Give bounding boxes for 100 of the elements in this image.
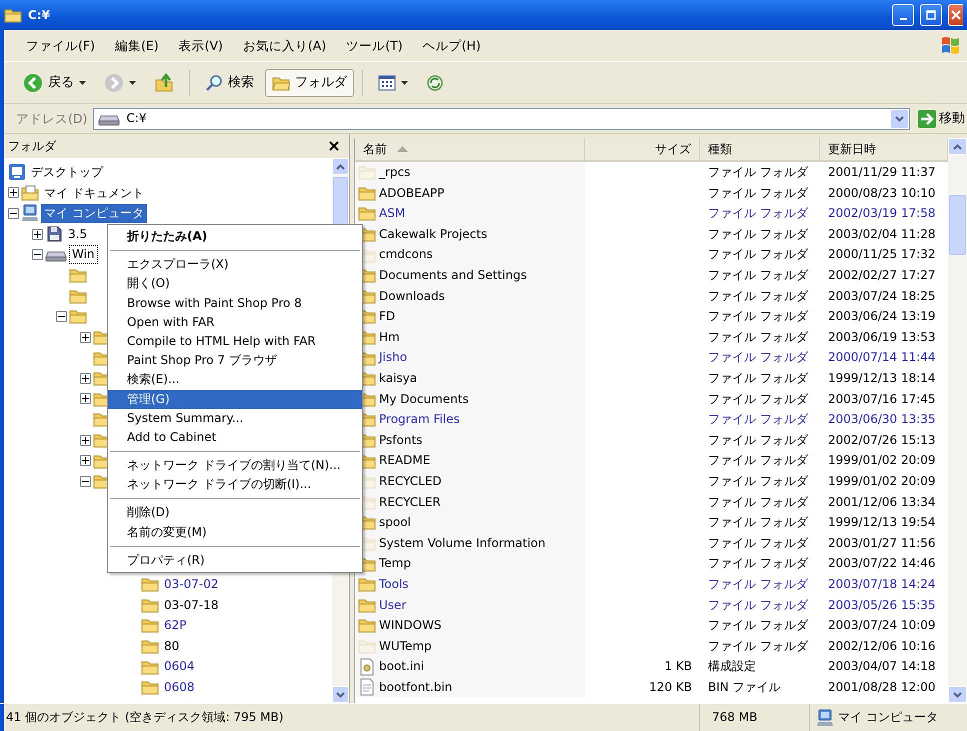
tree-item[interactable]: 0604: [161, 657, 198, 676]
search-button[interactable]: 検索: [198, 68, 261, 98]
back-button[interactable]: 戻る: [16, 66, 93, 98]
scrollbar[interactable]: [948, 138, 967, 703]
menu-item[interactable]: 折りたたみ(A): [108, 227, 362, 246]
file-name[interactable]: _rpcs: [379, 165, 410, 180]
tree-item[interactable]: 3.5: [65, 224, 90, 244]
minimize-button[interactable]: [892, 4, 914, 26]
expand-toggle[interactable]: [80, 332, 91, 343]
column-header[interactable]: 更新日時: [820, 138, 948, 162]
scroll-thumb[interactable]: [949, 195, 966, 255]
menu-item[interactable]: ヘルプ(H): [412, 36, 491, 55]
scroll-down-button[interactable]: [948, 686, 967, 703]
menu-item[interactable]: 検索(E)...: [108, 370, 362, 390]
modified-date: 2002/02/27 17:27: [828, 268, 936, 282]
file-type: ファイル フォルダ: [708, 186, 808, 200]
file-name[interactable]: Tools: [379, 576, 409, 592]
menu-item[interactable]: ネットワーク ドライブの切断(I)...: [108, 475, 362, 494]
tree-item[interactable]: 80: [161, 636, 182, 656]
menu-item[interactable]: ツール(T): [336, 36, 413, 55]
menu-item[interactable]: エクスプローラ(X): [108, 255, 362, 274]
scroll-up-button[interactable]: [332, 158, 349, 175]
maximize-button[interactable]: [920, 4, 942, 26]
file-name[interactable]: kaisya: [379, 371, 418, 386]
file-name[interactable]: Jisho: [379, 350, 408, 365]
collapse-toggle[interactable]: [56, 310, 67, 322]
file-name[interactable]: WINDOWS: [379, 618, 442, 633]
file-size: 120 KB: [649, 680, 692, 694]
expand-toggle[interactable]: [80, 455, 91, 466]
expand-toggle[interactable]: [80, 434, 91, 446]
maximize-icon: [926, 10, 936, 20]
tree-item[interactable]: 03-07-02: [161, 574, 222, 594]
collapse-toggle[interactable]: [32, 249, 43, 260]
file-type: ファイル フォルダ: [708, 288, 808, 304]
tree-item[interactable]: 03-07-18: [161, 596, 222, 614]
column-header[interactable]: サイズ: [585, 138, 700, 162]
chevron-up-icon: [336, 164, 345, 170]
menu-item[interactable]: Browse with Paint Shop Pro 8: [108, 294, 362, 313]
scroll-up-button[interactable]: [948, 138, 967, 155]
column-header[interactable]: 名前: [355, 138, 585, 162]
close-button[interactable]: [948, 4, 963, 26]
menu-item[interactable]: Paint Shop Pro 7 ブラウザ: [108, 351, 362, 370]
expand-toggle[interactable]: [8, 187, 19, 198]
file-name[interactable]: WUTemp: [379, 638, 432, 654]
collapse-toggle[interactable]: [80, 476, 91, 487]
folders-button[interactable]: フォルダ: [265, 68, 354, 96]
go-button[interactable]: 移動: [916, 110, 967, 128]
tree-item[interactable]: マイ ドキュメント: [41, 184, 147, 202]
file-name[interactable]: Temp: [379, 556, 411, 571]
search-icon: [205, 74, 223, 92]
tree-item[interactable]: デスクトップ: [28, 163, 106, 182]
tree-item[interactable]: 62P: [161, 616, 190, 635]
expand-toggle[interactable]: [80, 393, 91, 404]
status-size: 768 MB: [712, 710, 758, 725]
dropdown-button[interactable]: [891, 110, 908, 128]
file-type: ファイル フォルダ: [708, 247, 808, 262]
menu-item[interactable]: ネットワーク ドライブの割り当て(N)...: [108, 456, 362, 476]
menu-item[interactable]: 開く(O): [108, 274, 362, 294]
folder-icon: [141, 596, 159, 613]
file-size: 1 KB: [664, 659, 692, 674]
menu-item[interactable]: Add to Cabinet: [108, 428, 362, 448]
file-name[interactable]: Psfonts: [379, 432, 422, 448]
menu-item[interactable]: 削除(D): [108, 503, 362, 523]
modified-date: 2002/12/06 10:16: [828, 638, 936, 654]
file-name[interactable]: User: [379, 598, 406, 612]
modified-date: 2000/07/14 11:44: [828, 350, 936, 365]
column-header[interactable]: 種類: [700, 138, 820, 162]
modified-date: 2001/12/06 13:34: [828, 494, 936, 509]
tree-item[interactable]: 0608: [161, 678, 198, 696]
file-name[interactable]: README: [379, 453, 430, 468]
scroll-down-button[interactable]: [332, 686, 349, 703]
expand-toggle[interactable]: [32, 228, 43, 240]
file-name[interactable]: spool: [379, 515, 411, 530]
menu-item[interactable]: Compile to HTML Help with FAR: [108, 332, 362, 352]
computer-icon: [816, 708, 834, 726]
menu-item[interactable]: プロパティ(R): [108, 550, 362, 570]
file-name[interactable]: RECYCLER: [379, 494, 441, 509]
menu-item[interactable]: System Summary...: [108, 408, 362, 428]
file-name[interactable]: cmdcons: [379, 247, 433, 262]
menu-item[interactable]: 名前の変更(M): [108, 522, 362, 542]
menu-item[interactable]: ファイル(F): [16, 36, 105, 55]
menu-item[interactable]: 編集(E): [104, 36, 169, 55]
modified-date: 2003/07/24 18:25: [828, 288, 936, 304]
expand-toggle[interactable]: [80, 372, 91, 384]
collapse-toggle[interactable]: [8, 208, 19, 219]
file-name[interactable]: RECYCLED: [379, 474, 442, 488]
folder-icon: [141, 617, 159, 634]
file-name[interactable]: boot.ini: [379, 659, 424, 674]
floppy-drive-icon: [45, 225, 63, 244]
address-field[interactable]: C:¥: [93, 108, 910, 130]
menu-item[interactable]: 表示(V): [168, 36, 233, 55]
file-name[interactable]: FD: [379, 309, 396, 324]
menu-item[interactable]: Open with FAR: [108, 312, 362, 332]
file-name[interactable]: Hm: [379, 330, 400, 344]
menu-item[interactable]: お気に入り(A): [232, 36, 336, 55]
file-name[interactable]: ASM: [379, 206, 406, 221]
tree-item[interactable]: マイ コンピュータ: [41, 204, 147, 223]
menu-item[interactable]: 管理(G): [108, 390, 362, 409]
modified-date: 1999/12/13 18:14: [828, 371, 936, 386]
tree-item[interactable]: Win: [69, 245, 98, 264]
